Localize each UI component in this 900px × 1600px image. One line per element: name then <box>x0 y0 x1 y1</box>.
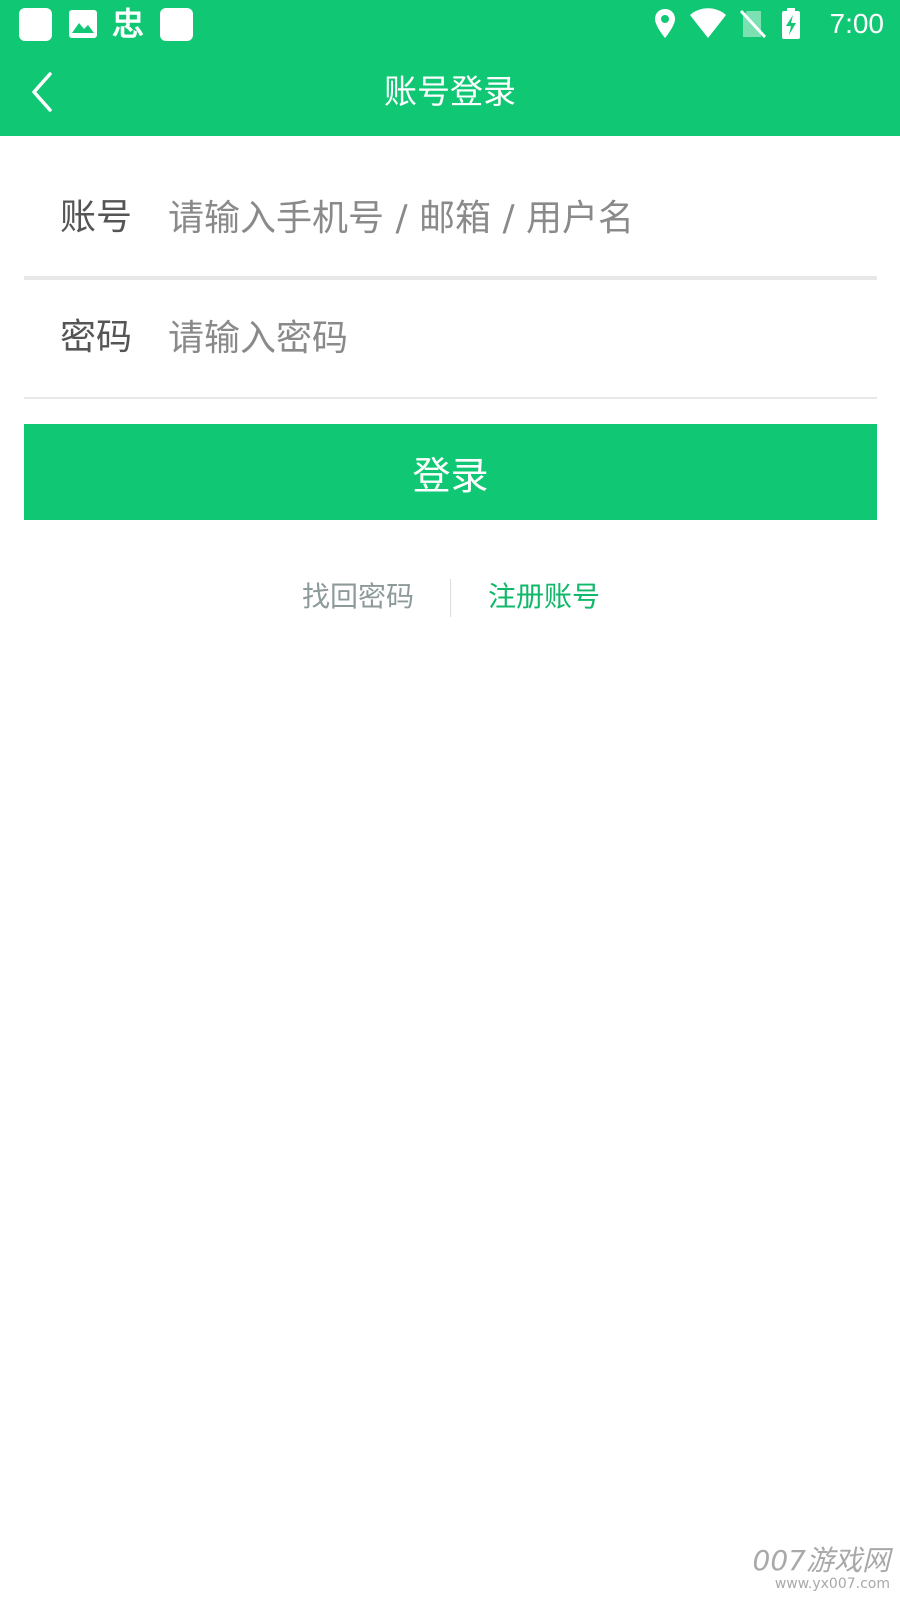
watermark-url: www.yx007.com <box>774 1576 890 1592</box>
register-link[interactable]: 注册账号 <box>488 575 600 619</box>
auth-links: 找回密码 注册账号 <box>0 575 900 619</box>
account-label: 账号 <box>60 197 133 238</box>
password-row: 密码 <box>24 282 877 394</box>
password-input[interactable] <box>168 308 858 368</box>
image-icon <box>69 10 97 38</box>
password-label: 密码 <box>60 317 133 358</box>
password-divider <box>24 397 877 399</box>
watermark: 007游戏网 www.yx007.com <box>752 1544 890 1593</box>
account-row: 账号 <box>24 162 877 274</box>
account-divider <box>24 276 877 280</box>
app-square-icon <box>19 8 52 41</box>
link-divider <box>450 579 451 617</box>
forgot-password-link[interactable]: 找回密码 <box>302 575 414 619</box>
app-square-icon <box>160 8 193 41</box>
app-bar: 账号登录 <box>0 48 900 136</box>
status-time: 7:00 <box>829 8 885 39</box>
login-button[interactable]: 登录 <box>24 424 877 520</box>
app-char-icon: 忠 <box>112 5 145 43</box>
battery-charging-icon <box>782 8 800 39</box>
account-input[interactable] <box>168 188 858 248</box>
location-icon <box>655 9 675 38</box>
watermark-logo-text: 007游戏网 <box>752 1544 890 1577</box>
wifi-icon <box>690 8 726 38</box>
status-bar: 忠 7:00 <box>0 0 900 48</box>
no-sim-icon <box>739 9 767 39</box>
page-title: 账号登录 <box>384 72 516 111</box>
